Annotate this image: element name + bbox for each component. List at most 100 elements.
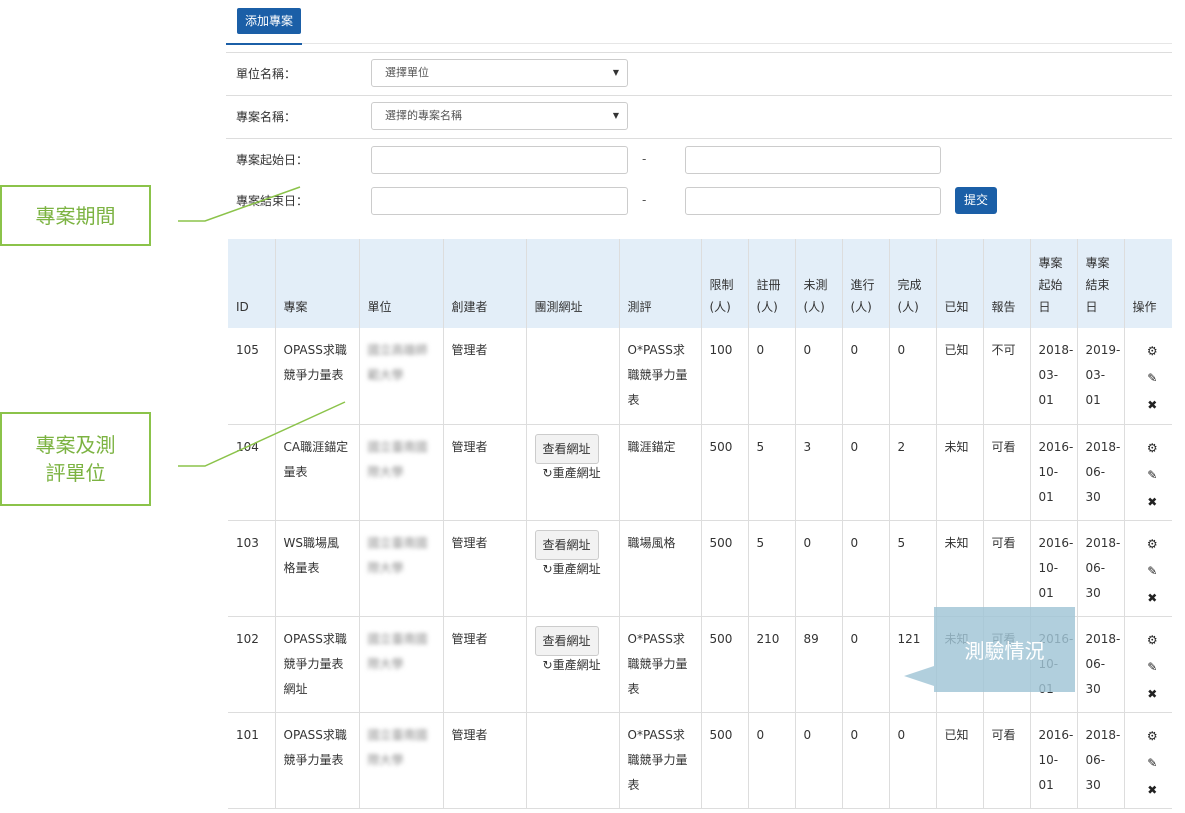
period-callout-text: 專案期間 [35, 203, 116, 228]
edit-button[interactable]: ✎ [1125, 558, 1173, 585]
limit-count: 100 [709, 343, 733, 357]
delete-button[interactable]: ✖ [1125, 681, 1173, 708]
project-filter-row: 專案名稱： 選擇的專案名稱 ▼ [226, 95, 1172, 138]
known-status-cell: 未知 [936, 520, 984, 617]
close-icon: ✖ [1147, 494, 1158, 509]
limit-count-cell: 500 [701, 424, 749, 521]
inprogress-count-cell: 0 [842, 616, 890, 713]
range-dash: - [642, 193, 647, 207]
table-header-row: ID 專案 單位 創建者 團測網址 測評 限制(人) 註冊(人) 未測(人) 進行(人) 完成(人)… [228, 239, 1172, 328]
edit-button[interactable]: ✎ [1125, 365, 1173, 392]
edit-button[interactable]: ✎ [1125, 750, 1173, 777]
view-url-button[interactable]: 查看網址 [534, 433, 599, 464]
completed-count-cell: 5 [889, 520, 937, 617]
inprogress-count: 0 [850, 343, 859, 357]
report-status: 可看 [991, 439, 1016, 454]
start-date: 2016-10-01 [1038, 439, 1074, 504]
group-url-cell: 查看網址 ↻重產網址 [526, 424, 620, 521]
view-url-button[interactable]: 查看網址 [534, 529, 599, 560]
unit-name-cell: 國立高雄師範大學 [359, 328, 444, 425]
table-row: 105 OPASS求職競爭力量表 國立高雄師範大學 管理者 O*PASS求職競爭力量表 1… [228, 328, 1173, 425]
column-header: 操作 [1124, 239, 1172, 328]
creator-name-cell: 管理者 [443, 712, 527, 809]
actions-cell: ⚙ ✎ ✖ [1124, 712, 1173, 809]
report-status: 可看 [991, 727, 1016, 742]
untested-count-cell: 0 [795, 328, 843, 425]
completed-count-cell: 2 [889, 424, 937, 521]
end-date-cell: 2018-06-30 [1077, 616, 1125, 713]
start-date: 2016-10-01 [1038, 535, 1074, 600]
end-date-row: 專案結束日： - 提交 [226, 180, 1172, 223]
view-url-button[interactable]: 查看網址 [534, 625, 599, 656]
close-icon: ✖ [1147, 398, 1158, 412]
delete-button[interactable]: ✖ [1125, 489, 1173, 516]
column-header: 專案結束日 [1077, 239, 1125, 328]
project-name-cell: CA職涯錨定量表 [275, 424, 360, 521]
row-id: 101 [236, 727, 259, 742]
group-url-cell: 查看網址 ↻重產網址 [526, 616, 620, 713]
inprogress-count-cell: 0 [842, 328, 890, 425]
edit-button[interactable]: ✎ [1125, 462, 1173, 489]
column-header: 完成(人) [889, 239, 937, 328]
unit-name: 國立臺南國際大學 [367, 439, 428, 479]
report-status: 可看 [991, 535, 1016, 550]
end-date-cell: 2019-03-01 [1077, 328, 1125, 425]
report-status-cell: 可看 [983, 424, 1031, 521]
start-date-from-input[interactable] [371, 146, 628, 174]
inprogress-count: 0 [850, 631, 859, 646]
regenerate-url-link[interactable]: ↻重產網址 [543, 465, 611, 481]
completed-count-cell: 0 [889, 328, 937, 425]
project-select[interactable]: 選擇的專案名稱 ▼ [371, 102, 628, 130]
report-status-cell: 不可 [983, 328, 1031, 425]
column-header: 未測(人) [795, 239, 843, 328]
refresh-icon: ↻ [542, 561, 553, 576]
actions-cell: ⚙ ✎ ✖ [1124, 424, 1173, 521]
add-project-button[interactable]: 添加專案 [237, 8, 302, 34]
edit-icon: ✎ [1147, 659, 1158, 674]
settings-button[interactable]: ⚙ [1125, 435, 1173, 462]
end-date-to-input[interactable] [685, 187, 941, 215]
assessment-name: 職場風格 [627, 535, 676, 550]
settings-button[interactable]: ⚙ [1125, 723, 1173, 750]
end-date-cell: 2018-06-30 [1077, 520, 1125, 617]
edit-button[interactable]: ✎ [1125, 654, 1173, 681]
completed-count: 5 [897, 535, 906, 550]
start-date-label: 專案起始日： [236, 153, 309, 167]
end-date-from-input[interactable] [371, 187, 628, 215]
table-row: 104 CA職涯錨定量表 國立臺南國際大學 管理者 查看網址 ↻重產網址 職涯錨定 500 5 3… [228, 424, 1173, 521]
row-id-cell: 103 [228, 520, 276, 617]
untested-count-cell: 89 [795, 616, 843, 713]
delete-button[interactable]: ✖ [1125, 585, 1173, 612]
delete-button[interactable]: ✖ [1125, 392, 1173, 419]
assessment-name-cell: O*PASS求職競爭力量表 [619, 712, 702, 809]
settings-button[interactable]: ⚙ [1125, 531, 1173, 558]
regenerate-url-link[interactable]: ↻重產網址 [543, 561, 611, 577]
column-header: 進行(人) [842, 239, 890, 328]
unit-filter-row: 單位名稱： 選擇單位 ▼ [226, 52, 1172, 95]
status-tooltip: 測驗情況 [934, 607, 1075, 692]
untested-count-cell: 0 [795, 712, 843, 809]
untested-count: 3 [803, 439, 812, 454]
delete-button[interactable]: ✖ [1125, 777, 1173, 804]
unit-select[interactable]: 選擇單位 ▼ [371, 59, 628, 87]
project-name-cell: OPASS求職競爭力量表 [275, 328, 360, 425]
regenerate-url-link[interactable]: ↻重產網址 [543, 657, 611, 673]
settings-button[interactable]: ⚙ [1125, 627, 1173, 654]
units-callout-line2: 評單位 [45, 461, 106, 485]
chevron-down-icon: ▼ [612, 68, 619, 77]
submit-button[interactable]: 提交 [955, 187, 998, 214]
project-label: 專案名稱： [236, 110, 297, 124]
start-date-to-input[interactable] [685, 146, 941, 174]
end-date: 2018-06-30 [1085, 439, 1121, 504]
known-status: 未知 [944, 439, 969, 454]
limit-count-cell: 500 [701, 712, 749, 809]
registered-count: 5 [756, 439, 765, 454]
untested-count-cell: 3 [795, 424, 843, 521]
inprogress-count-cell: 0 [842, 712, 890, 809]
settings-button[interactable]: ⚙ [1125, 338, 1173, 365]
limit-count: 500 [709, 631, 733, 646]
unit-name: 國立臺南國際大學 [367, 727, 428, 767]
close-icon: ✖ [1147, 590, 1158, 605]
table-row: 103 WS職場風格量表 國立臺南國際大學 管理者 查看網址 ↻重產網址 職場風格 500 5 0… [228, 520, 1173, 617]
period-callout: 專案期間 [0, 185, 151, 246]
